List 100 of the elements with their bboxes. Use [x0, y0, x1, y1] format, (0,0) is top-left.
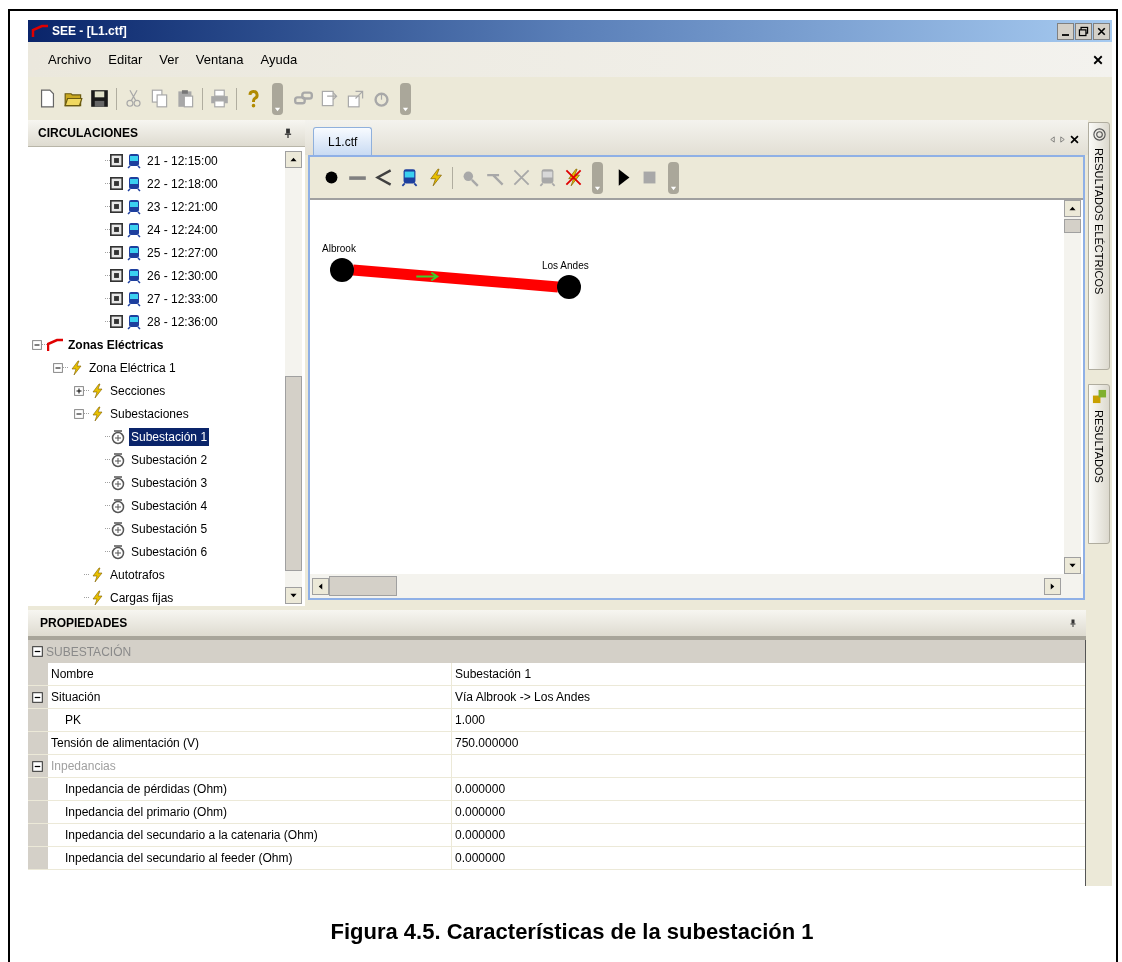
scroll-thumb[interactable] — [329, 576, 397, 596]
train-icon — [126, 221, 142, 238]
property-name: Inpedancia de pérdidas (Ohm) — [65, 781, 228, 798]
scroll-down-button[interactable] — [285, 587, 302, 604]
checkbox[interactable] — [110, 315, 123, 328]
fork-icon[interactable] — [374, 168, 393, 187]
tree-item[interactable]: Subestación 5 — [129, 519, 210, 538]
menu-item[interactable]: Ventana — [195, 49, 244, 70]
scroll-up-button[interactable] — [1064, 200, 1081, 217]
checkbox[interactable] — [110, 269, 123, 282]
catenary-icon — [30, 23, 50, 39]
scroll-up-button[interactable] — [285, 151, 302, 168]
side-tab-label: RESULTADOS ELÉCTRICOS — [1092, 148, 1106, 295]
tree-item[interactable]: Subestación 1 — [129, 427, 210, 446]
scrollbar[interactable] — [1064, 200, 1081, 574]
tree-item[interactable]: 21 - 12:15:00 — [145, 151, 220, 170]
tree-item[interactable]: Subestación 2 — [129, 450, 210, 469]
checkbox[interactable] — [110, 154, 123, 167]
scroll-left-button[interactable] — [312, 577, 329, 595]
property-name: Inpedancia del secundario al feeder (Ohm) — [65, 850, 293, 867]
scroll-thumb[interactable] — [285, 376, 302, 571]
checkbox[interactable] — [110, 292, 123, 305]
close-icon[interactable] — [1092, 53, 1104, 66]
collapse-toggle[interactable] — [74, 408, 84, 419]
tree-item[interactable]: Subestación 4 — [129, 496, 210, 515]
tree-item[interactable]: Zona Eléctrica 1 — [87, 358, 178, 377]
collapse-toggle[interactable] — [32, 646, 43, 657]
right-arrow-icon — [1049, 582, 1056, 590]
menu-item[interactable]: Archivo — [48, 49, 92, 70]
property-name: Inpedancia del primario (Ohm) — [65, 804, 228, 821]
direction-arrow — [415, 271, 440, 282]
tree-item[interactable]: Subestación 3 — [129, 473, 210, 492]
circle-plus-icon — [110, 474, 126, 491]
page-icon[interactable] — [38, 89, 57, 108]
tree-item[interactable]: 28 - 12:36:00 — [145, 312, 220, 331]
train-icon[interactable] — [400, 168, 419, 187]
restore-button[interactable] — [1075, 22, 1092, 40]
menu-item[interactable]: Editar — [108, 49, 143, 70]
up-arrow-icon — [1069, 205, 1076, 212]
catenary-icon — [47, 336, 63, 353]
down-arrow-icon — [290, 592, 297, 599]
scroll-right-button[interactable] — [1044, 577, 1061, 595]
checkbox[interactable] — [110, 223, 123, 236]
train-icon — [126, 290, 142, 307]
menu-item[interactable]: Ver — [159, 49, 179, 70]
tree-item[interactable]: 22 - 12:18:00 — [145, 174, 220, 193]
tree-item[interactable]: 24 - 12:24:00 — [145, 220, 220, 239]
property-name: Situación — [51, 689, 101, 706]
panel-title: PROPIEDADES — [40, 615, 128, 632]
tree-item[interactable]: 26 - 12:30:00 — [145, 266, 220, 285]
tree-item[interactable]: 25 - 12:27:00 — [145, 243, 220, 262]
bolt-cross-icon[interactable] — [564, 168, 583, 187]
side-tab[interactable]: RESULTADOS — [1088, 384, 1110, 544]
menu-item[interactable]: Ayuda — [260, 49, 298, 70]
figure-caption: Figura 4.5. Características de la subestación 1 — [330, 918, 814, 946]
close-icon[interactable] — [1069, 134, 1080, 145]
panel-title: CIRCULACIONES — [38, 125, 138, 142]
close-button[interactable] — [1093, 22, 1110, 40]
tree-item[interactable]: Secciones — [108, 381, 168, 400]
window-title: SEE - [L1.ctf] — [52, 23, 127, 40]
property-value[interactable]: 750.000000 — [455, 734, 519, 752]
property-value[interactable]: Subestación 1 — [455, 665, 532, 683]
property-name: Inpedancia del secundario a la catenaria (Ohm) — [65, 827, 318, 844]
floppy-icon[interactable] — [90, 89, 109, 108]
restore-icon — [1077, 24, 1090, 38]
collapse-toggle[interactable] — [32, 339, 42, 350]
checkbox[interactable] — [110, 177, 123, 190]
tree-item[interactable]: Subestación 6 — [129, 542, 210, 561]
property-value[interactable]: Vía Albrook -> Los Andes — [455, 688, 591, 706]
circle-plus-icon — [110, 520, 126, 537]
tree-item[interactable]: Zonas Eléctricas — [66, 335, 166, 354]
row-header — [28, 824, 48, 846]
minimize-button[interactable] — [1057, 22, 1074, 40]
minimize-icon — [1062, 33, 1069, 36]
document-tab[interactable]: L1.ctf — [313, 127, 373, 155]
scroll-thumb[interactable] — [1064, 219, 1081, 233]
collapse-toggle[interactable] — [32, 691, 43, 703]
tree-item[interactable]: 27 - 12:33:00 — [145, 289, 220, 308]
station-node[interactable] — [330, 258, 354, 282]
collapse-toggle[interactable] — [53, 362, 63, 373]
tree-item[interactable]: Autotrafos — [108, 565, 167, 584]
checkbox[interactable] — [110, 246, 123, 259]
train-icon — [126, 175, 142, 192]
circle-plus-icon — [110, 428, 126, 445]
tree-item[interactable]: Cargas fijas — [108, 588, 176, 606]
bolt-icon — [89, 589, 105, 606]
scroll-down-button[interactable] — [1064, 557, 1081, 574]
scrollbar[interactable] — [285, 151, 302, 604]
left-arrow-icon — [317, 582, 324, 590]
side-tab[interactable]: RESULTADOS ELÉCTRICOS — [1088, 122, 1110, 370]
scrollbar[interactable] — [310, 574, 1083, 598]
expand-toggle[interactable] — [74, 385, 84, 396]
tree-item[interactable]: 23 - 12:21:00 — [145, 197, 220, 216]
station-node[interactable] — [557, 275, 581, 299]
property-value[interactable]: 1.000 — [455, 711, 486, 729]
tree-item[interactable]: Subestaciones — [108, 404, 191, 423]
checkbox[interactable] — [110, 200, 123, 213]
bolt-icon — [89, 566, 105, 583]
pin-icon[interactable] — [283, 126, 293, 140]
left-arrow-icon[interactable] — [1049, 134, 1056, 145]
